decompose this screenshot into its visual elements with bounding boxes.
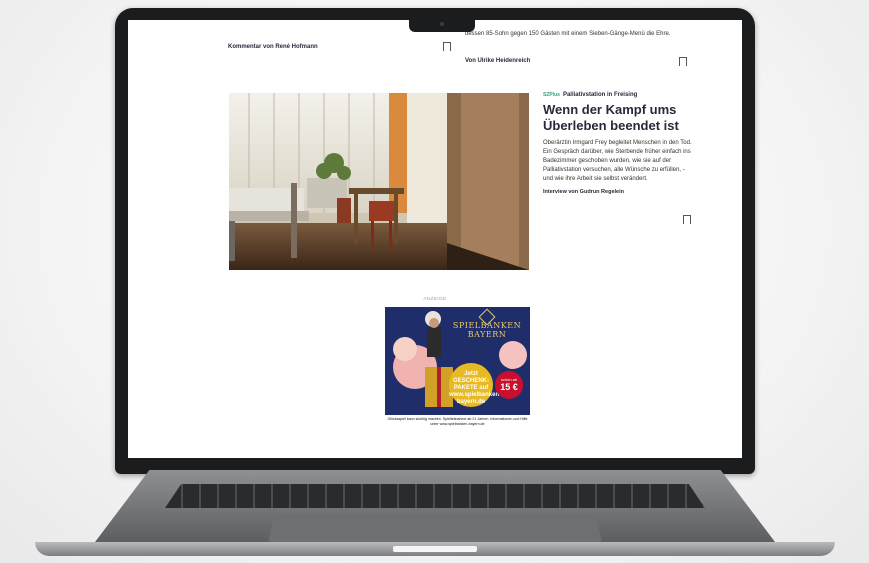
bookmark-icon[interactable] — [683, 215, 691, 224]
bookmark-icon[interactable] — [443, 42, 451, 51]
ad-label: ANZEIGE — [423, 296, 447, 301]
hospital-room-photo — [229, 93, 529, 270]
article-teaser-text[interactable]: Oberärztin Irmgard Frey begleitet Mensch… — [543, 139, 693, 184]
advertisement-banner[interactable]: SPIELBANKEN BAYERN Jetzt GESCHENK-PAKETE… — [385, 307, 530, 433]
sz-plus-badge: SZPlus — [543, 92, 560, 98]
bookmark-icon[interactable] — [679, 57, 687, 66]
keyboard — [165, 484, 705, 508]
ad-price-badge: schon ab 15 € — [495, 371, 523, 399]
article-teaser[interactable]: SZPlus Palliativstation in Freising Wenn… — [543, 92, 693, 224]
trackpad — [268, 514, 602, 542]
browser-screen: Kommentar von René Hofmann dessen 85-Soh… — [128, 20, 742, 458]
ad-disclaimer: Glücksspiel kann süchtig machen. Spielte… — [385, 415, 530, 433]
previous-article-byline[interactable]: Kommentar von René Hofmann — [228, 44, 318, 50]
article-photo[interactable] — [229, 93, 529, 270]
laptop-notch-front — [393, 546, 477, 552]
ad-package-badge: Jetzt GESCHENK-PAKETE auf www.spielbanke… — [449, 363, 501, 407]
camera-icon — [440, 22, 444, 26]
article-headline[interactable]: Wenn der Kampf ums Überleben beendet ist — [543, 102, 693, 134]
article-byline: Interview von Gudrun Regelein — [543, 189, 624, 195]
previous-article-byline-right[interactable]: Von Ulrike Heidenreich — [465, 58, 530, 64]
ad-brand: SPIELBANKEN BAYERN — [452, 321, 522, 339]
article-kicker: SZPlus Palliativstation in Freising — [543, 92, 693, 98]
kicker-text: Palliativstation in Freising — [562, 92, 638, 98]
previous-article-teaser[interactable]: dessen 85-Sohn gegen 150 Gästen mit eine… — [465, 30, 695, 39]
